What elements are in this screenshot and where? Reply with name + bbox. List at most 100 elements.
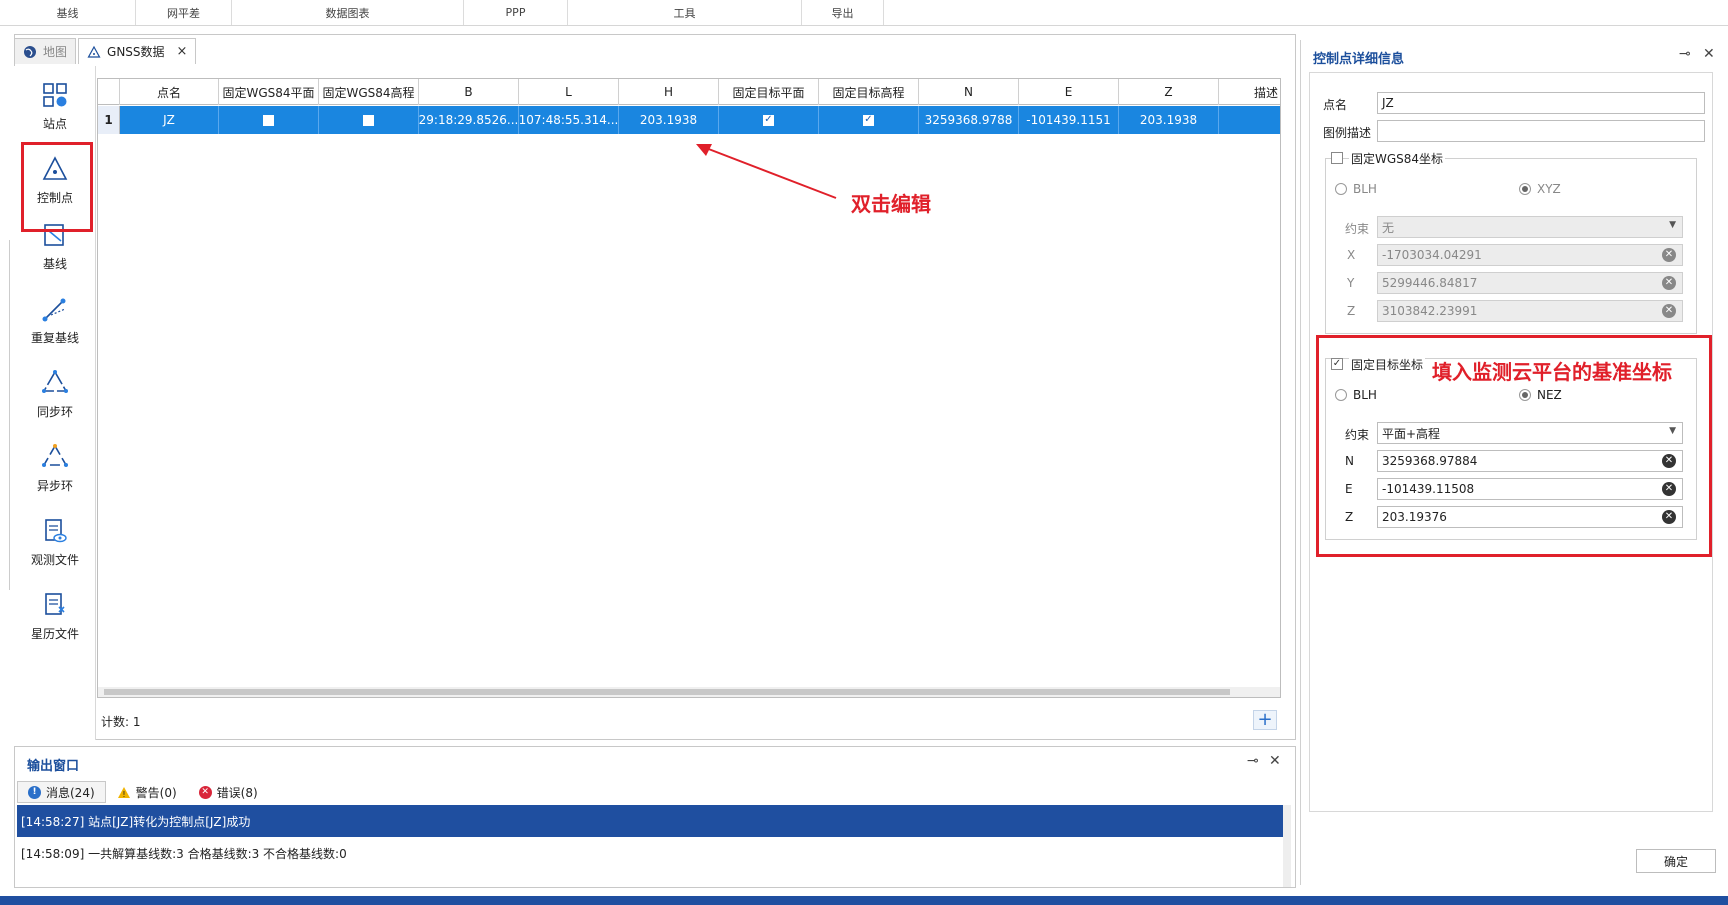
wgs-y-value: 5299446.84817 <box>1382 276 1478 290</box>
nav-item-ephemeris-files[interactable]: 星历文件 <box>14 582 96 650</box>
grid-header-name[interactable]: 点名 <box>120 79 219 105</box>
tab-close-icon[interactable]: × <box>177 44 188 59</box>
grid-header-h[interactable]: H <box>619 79 719 105</box>
nav-item-repeat-baselines[interactable]: 重复基线 <box>14 286 96 354</box>
wgs-radio-xyz-label: XYZ <box>1537 182 1561 196</box>
ephemeris-file-icon <box>45 592 65 615</box>
grid-header-fix-target-height[interactable]: 固定目标高程 <box>819 79 919 105</box>
nav-label-repeat-baselines: 重复基线 <box>30 330 79 345</box>
wgs-y-input[interactable]: 5299446.84817 ✕ <box>1377 272 1683 294</box>
add-row-button[interactable]: + <box>1253 710 1277 730</box>
async-loop-icon <box>42 443 68 467</box>
wgs-constraint-label: 约束 <box>1345 222 1370 236</box>
output-window-title: 输出窗口 <box>27 759 80 774</box>
ok-button[interactable]: 确定 <box>1636 849 1716 873</box>
control-points-grid: 点名 固定WGS84平面 固定WGS84高程 B L H 固定目标平面 固定目标… <box>97 78 1281 698</box>
chevron-down-icon: ▼ <box>1669 220 1676 230</box>
nav-item-async-loop[interactable]: 异步环 <box>14 434 96 502</box>
tab-map-label: 地图 <box>43 45 68 59</box>
tab-messages[interactable]: ! 消息(24) <box>17 781 106 803</box>
nav-label-sync-loop: 同步环 <box>36 404 73 419</box>
wgs-z-input[interactable]: 3103842.23991 ✕ <box>1377 300 1683 322</box>
checkbox-fix-target-plane[interactable]: ✓ <box>763 114 774 126</box>
grid-horizontal-scrollbar[interactable] <box>98 687 1280 697</box>
legend-input[interactable] <box>1377 120 1705 142</box>
tab-gnss-label: GNSS数据 <box>107 45 165 59</box>
grid-header-fix-target-plane[interactable]: 固定目标平面 <box>719 79 819 105</box>
wgs-x-value: -1703034.04291 <box>1382 248 1482 262</box>
output-window: 输出窗口 ⊸ ✕ ! 消息(24) ! 警告(0) ✕ 错误(8) [14:58… <box>14 746 1296 888</box>
grid-header-description[interactable]: 描述 <box>1219 79 1280 105</box>
cell-e[interactable]: -101439.1151 <box>1019 106 1119 134</box>
nav-label-async-loop: 异步环 <box>36 478 73 493</box>
fix-wgs-checkbox[interactable] <box>1331 152 1343 164</box>
ribbon-group-charts: 数据图表 <box>232 0 464 25</box>
checkbox-fix-wgs-height[interactable] <box>363 114 374 126</box>
cell-fix-wgs-height[interactable] <box>319 106 419 134</box>
cell-l[interactable]: 107:48:55.314... <box>519 106 619 134</box>
grid-header-n[interactable]: N <box>919 79 1019 105</box>
cell-name[interactable]: JZ <box>120 106 219 134</box>
nav-item-sync-loop[interactable]: 同步环 <box>14 360 96 428</box>
nav-label-ephemeris-files: 星历文件 <box>30 626 79 641</box>
close-icon[interactable]: ✕ <box>1269 753 1281 769</box>
tab-gnss-data[interactable]: GNSS数据 × <box>78 38 197 64</box>
ribbon-group-tools: 工具 <box>568 0 802 25</box>
tab-errors[interactable]: ✕ 错误(8) <box>188 781 269 803</box>
clear-icon[interactable]: ✕ <box>1662 248 1676 262</box>
grid-header: 点名 固定WGS84平面 固定WGS84高程 B L H 固定目标平面 固定目标… <box>98 79 1280 105</box>
name-input[interactable]: JZ <box>1377 92 1705 114</box>
output-vertical-scrollbar[interactable] <box>1283 805 1291 887</box>
nav-label-baselines: 基线 <box>42 256 67 271</box>
scrollbar-thumb[interactable] <box>104 689 1230 695</box>
clear-icon[interactable]: ✕ <box>1662 304 1676 318</box>
cell-h[interactable]: 203.1938 <box>619 106 719 134</box>
grid-header-z[interactable]: Z <box>1119 79 1219 105</box>
wgs-x-label: X <box>1347 248 1356 262</box>
cell-fix-target-height[interactable]: ✓ <box>819 106 919 134</box>
clear-icon[interactable]: ✕ <box>1662 276 1676 290</box>
checkbox-fix-wgs-plane[interactable] <box>263 114 274 126</box>
record-count: 计数: 1 <box>101 713 141 730</box>
wgs-radio-xyz[interactable] <box>1519 183 1531 195</box>
cell-n[interactable]: 3259368.9788 <box>919 106 1019 134</box>
row-index: 1 <box>98 106 120 134</box>
document-tabstrip: 地图 GNSS数据 × <box>14 38 198 64</box>
ribbon-group-labels: 基线 网平差 数据图表 PPP 工具 导出 <box>0 0 1728 26</box>
ribbon-group-export: 导出 <box>802 0 884 25</box>
globe-icon <box>23 45 37 59</box>
checkbox-fix-target-height[interactable]: ✓ <box>863 114 874 126</box>
list-item[interactable]: [14:58:27] 站点[JZ]转化为控制点[JZ]成功 <box>17 805 1285 837</box>
nav-label-stations: 站点 <box>42 116 67 131</box>
name-label: 点名 <box>1323 98 1348 112</box>
close-icon[interactable]: ✕ <box>1703 46 1715 62</box>
tab-warnings-label: 警告(0) <box>135 785 177 800</box>
grid-header-fix-wgs-height[interactable]: 固定WGS84高程 <box>319 79 419 105</box>
nav-item-stations[interactable]: 站点 <box>14 72 96 140</box>
wgs-constraint-select[interactable]: 无 ▼ <box>1377 216 1683 238</box>
pin-icon[interactable]: ⊸ <box>1679 46 1691 62</box>
ribbon-group-adjustment: 网平差 <box>136 0 232 25</box>
grid-header-l[interactable]: L <box>519 79 619 105</box>
grid-header-b[interactable]: B <box>419 79 519 105</box>
annotation-arrow <box>696 144 837 199</box>
cell-z[interactable]: 203.1938 <box>1119 106 1219 134</box>
tab-map[interactable]: 地图 <box>14 38 77 64</box>
cell-fix-wgs-plane[interactable] <box>219 106 319 134</box>
list-item[interactable]: [14:58:09] 一共解算基线数:3 合格基线数:3 不合格基线数:0 <box>17 837 1285 869</box>
wgs-x-input[interactable]: -1703034.04291 ✕ <box>1377 244 1683 266</box>
grid-header-e[interactable]: E <box>1019 79 1119 105</box>
pin-icon[interactable]: ⊸ <box>1247 753 1259 769</box>
table-row[interactable]: 1 JZ 29:18:29.8526... 107:48:55.314... 2… <box>98 106 1280 134</box>
cell-description[interactable] <box>1219 106 1280 134</box>
cell-fix-target-plane[interactable]: ✓ <box>719 106 819 134</box>
cell-b[interactable]: 29:18:29.8526... <box>419 106 519 134</box>
warning-icon: ! <box>117 786 131 799</box>
tab-warnings[interactable]: ! 警告(0) <box>106 781 188 803</box>
nav-label-observation-files: 观测文件 <box>30 552 79 567</box>
grid-header-fix-wgs-plane[interactable]: 固定WGS84平面 <box>219 79 319 105</box>
fix-wgs-label: 固定WGS84坐标 <box>1349 150 1446 167</box>
nav-item-observation-files[interactable]: 观测文件 <box>14 508 96 576</box>
wgs-radio-blh[interactable] <box>1335 183 1347 195</box>
observation-file-icon <box>45 518 67 542</box>
